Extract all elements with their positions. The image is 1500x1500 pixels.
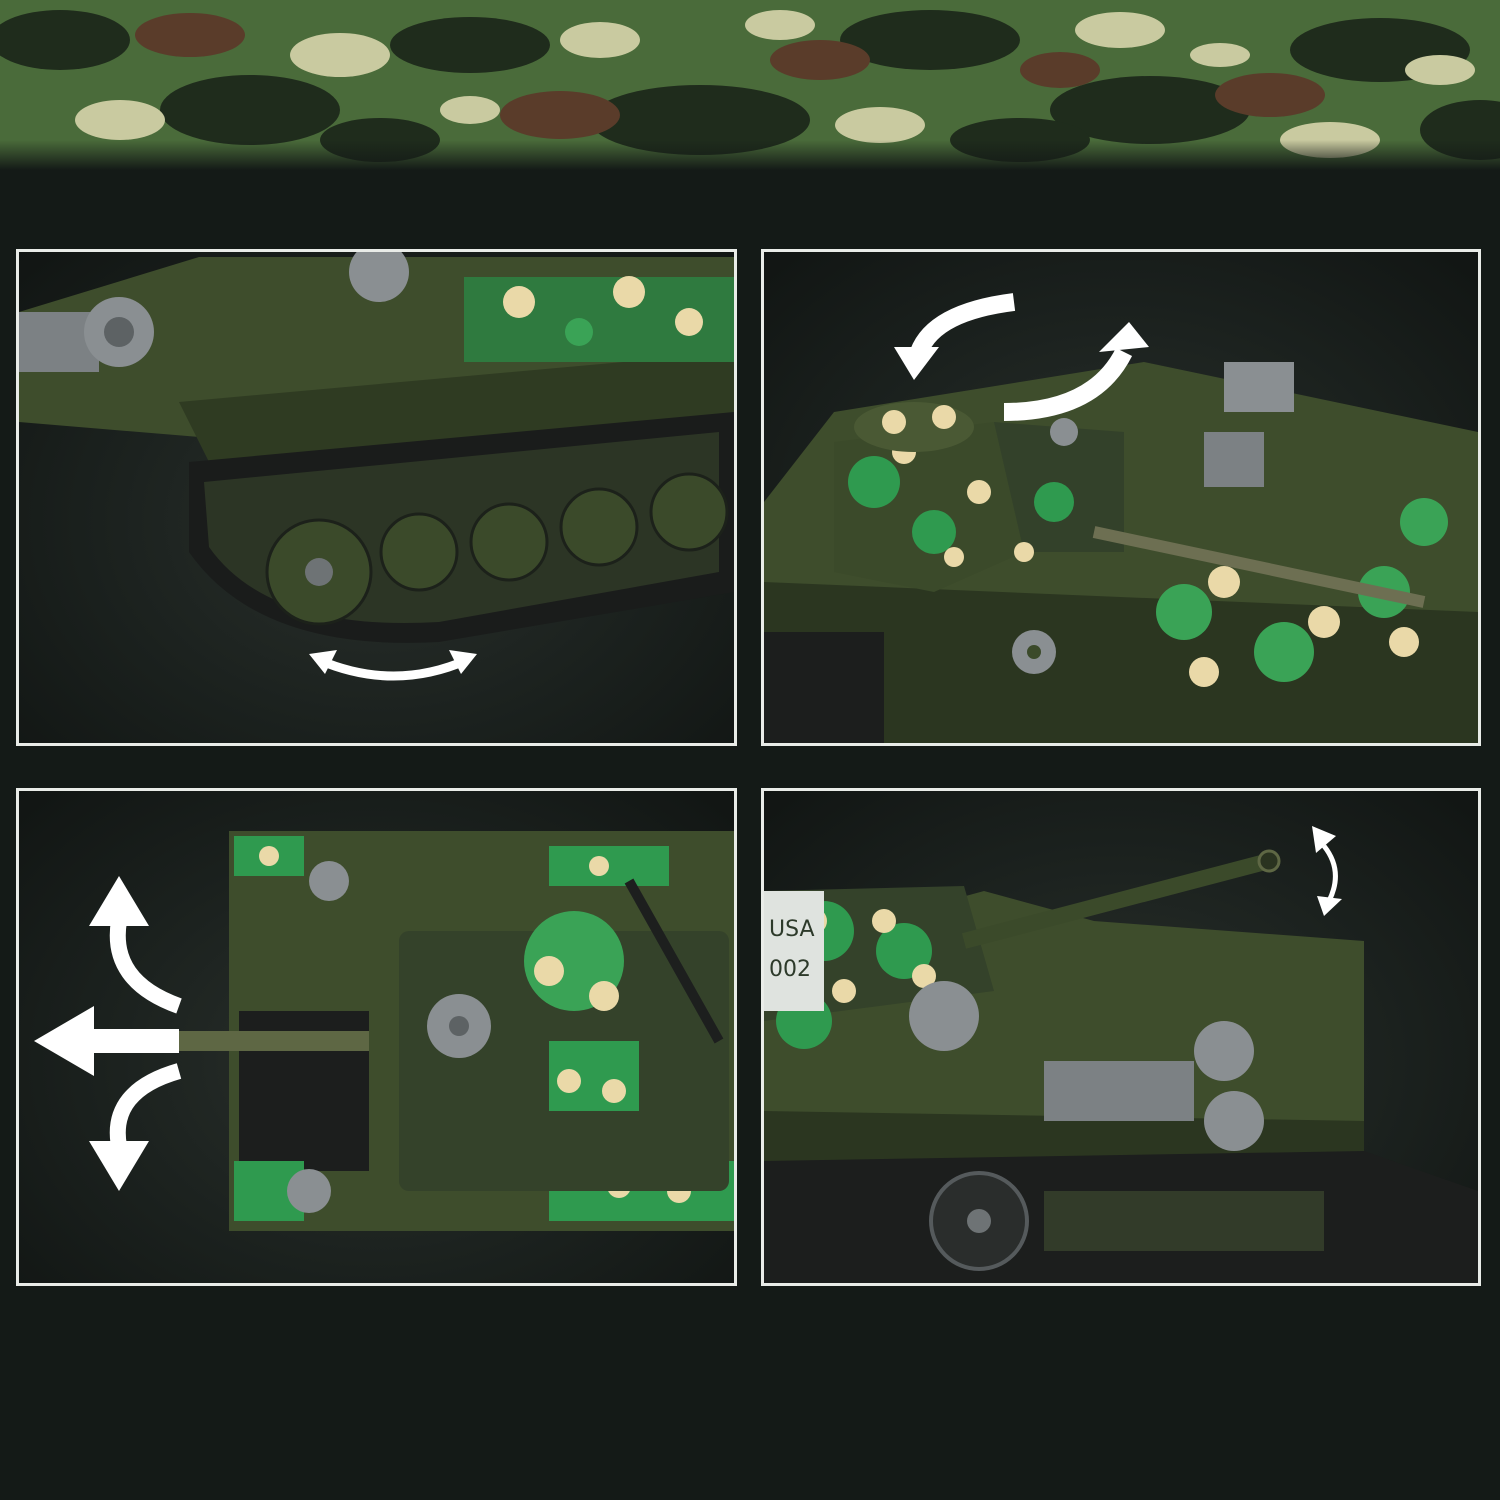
tank-side-illustration: USA 002 bbox=[764, 826, 1478, 1283]
panel-turret-rotation bbox=[761, 249, 1481, 746]
tank-track-illustration bbox=[19, 252, 734, 681]
curved-double-arrow-icon bbox=[1312, 826, 1342, 916]
hull-marking-line1: USA bbox=[769, 917, 815, 942]
tank-top-view-illustration bbox=[34, 831, 734, 1231]
tank-turret-illustration bbox=[764, 293, 1478, 743]
panel-gun-elevation: USA 002 bbox=[761, 788, 1481, 1286]
panel-gun-traverse bbox=[16, 788, 737, 1286]
camouflage-banner bbox=[0, 0, 1500, 170]
hull-marking-line2: 002 bbox=[769, 957, 811, 982]
three-direction-arrows-icon bbox=[34, 876, 182, 1191]
panel-track-closeup bbox=[16, 249, 737, 746]
double-arrow-horizontal-icon bbox=[309, 650, 477, 681]
